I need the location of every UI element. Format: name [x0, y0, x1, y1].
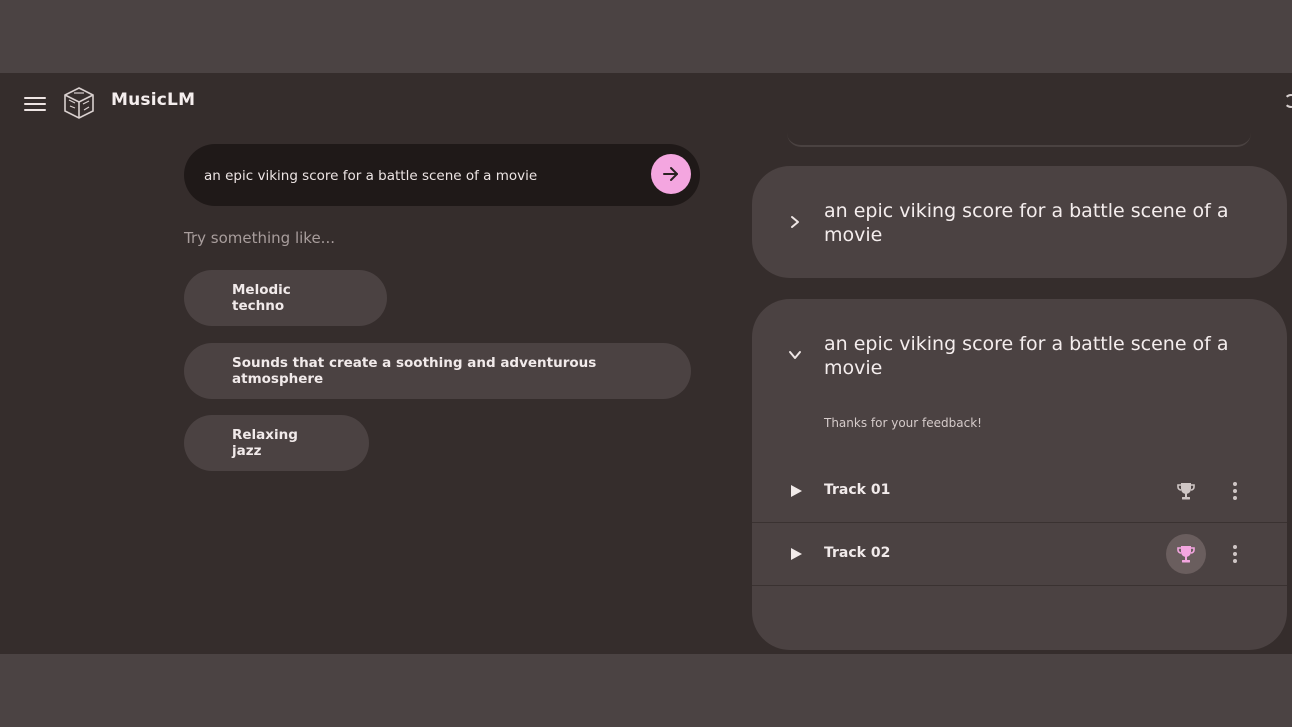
play-icon[interactable] [789, 484, 803, 498]
previous-result-card-edge [787, 129, 1251, 147]
letterbox-top [0, 0, 1292, 73]
play-icon[interactable] [789, 547, 803, 561]
result-title: an epic viking score for a battle scene … [824, 200, 1229, 246]
suggestion-chip-melodic-techno[interactable]: Melodic techno [184, 270, 387, 326]
more-vert-icon[interactable] [1226, 480, 1244, 502]
letterbox-bottom [0, 654, 1292, 727]
app-title: MusicLM [111, 90, 196, 110]
suggestion-chip-relaxing-jazz[interactable]: Relaxing jazz [184, 415, 369, 471]
suggestion-chip-soothing-atmosphere[interactable]: Sounds that create a soothing and advent… [184, 343, 691, 399]
menu-icon[interactable] [24, 93, 46, 111]
track-row: Track 02 [752, 523, 1287, 586]
trophy-button[interactable] [1166, 471, 1206, 511]
suggestions-label: Try something like... [184, 229, 335, 247]
arrow-right-icon [663, 167, 678, 181]
result-card-expanded: an epic viking score for a battle scene … [752, 299, 1287, 650]
track-row: Track 01 [752, 460, 1287, 523]
app-window: MusicLM Try something like... Melodic te… [0, 73, 1292, 654]
chevron-down-icon[interactable] [788, 348, 802, 362]
trophy-icon [1177, 546, 1195, 563]
prompt-input[interactable] [202, 162, 636, 190]
result-title: an epic viking score for a battle scene … [824, 333, 1229, 379]
refresh-icon[interactable] [1284, 94, 1292, 108]
trophy-icon [1177, 483, 1195, 500]
track-name: Track 02 [824, 545, 891, 561]
submit-button[interactable] [651, 154, 691, 194]
musiclm-logo [64, 87, 94, 119]
prompt-bar [184, 144, 700, 206]
result-card-collapsed[interactable]: an epic viking score for a battle scene … [752, 166, 1287, 278]
trophy-button-selected[interactable] [1166, 534, 1206, 574]
track-name: Track 01 [824, 482, 891, 498]
chevron-right-icon[interactable] [788, 215, 802, 229]
feedback-message: Thanks for your feedback! [824, 416, 982, 430]
more-vert-icon[interactable] [1226, 543, 1244, 565]
